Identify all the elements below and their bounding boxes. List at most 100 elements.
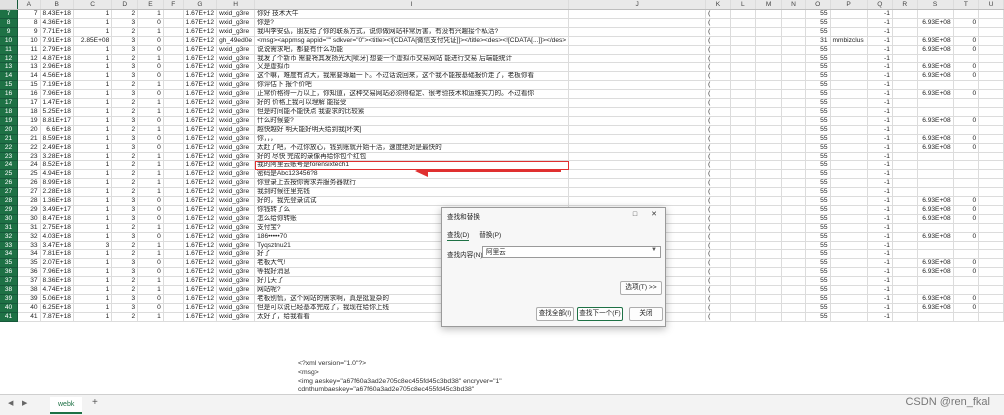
cell-r[interactable] [892,80,918,91]
cell-u[interactable] [978,71,1004,82]
cell-f[interactable] [163,107,184,117]
cell-r[interactable] [892,249,918,260]
cell-o[interactable]: 55 [805,116,831,126]
cell-g[interactable]: 1.67E+12 [183,205,218,215]
cell-d[interactable]: 2 [111,9,139,19]
cell-e[interactable]: 1 [137,125,164,135]
cell-n[interactable] [781,107,806,117]
cell-d[interactable]: 2 [111,223,139,233]
cell-k[interactable]: ( [705,187,731,198]
cell-a[interactable]: 8 [17,18,41,28]
cell-l[interactable] [730,241,757,251]
cell-i[interactable]: 你是? [254,18,570,28]
cell-u[interactable] [978,241,1004,251]
cell-h[interactable]: wxid_g3re [216,125,256,135]
cell-b[interactable]: 8.36E+18 [40,276,74,287]
cell-m[interactable] [755,116,783,126]
cell-m[interactable] [755,223,783,233]
row-header[interactable]: 31 [0,223,19,233]
cell-a[interactable]: 25 [17,169,41,180]
cell-l[interactable] [730,71,757,82]
cell-e[interactable]: 1 [137,160,164,171]
cell-a[interactable]: 38 [17,285,41,295]
cell-q[interactable]: -1 [867,27,893,37]
cell-c[interactable]: 1 [73,54,113,64]
cell-h[interactable]: wxid_g3re [216,71,256,82]
cell-h[interactable]: wxid_g3re [216,107,256,117]
row-header[interactable]: 18 [0,107,19,117]
cell-r[interactable] [892,276,918,287]
cell-a[interactable]: 16 [17,89,41,100]
cell-e[interactable]: 1 [137,107,164,117]
cell-c[interactable]: 1 [73,169,113,180]
cell-b[interactable]: 2.28E+18 [40,187,74,198]
cell-o[interactable]: 55 [805,107,831,117]
cell-o[interactable]: 55 [805,80,831,91]
cell-u[interactable] [978,27,1004,37]
cell-j[interactable] [568,27,707,37]
cell-l[interactable] [730,36,757,46]
cell-h[interactable]: wxid_g3re [216,169,256,180]
cell-a[interactable]: 9 [17,27,41,37]
cell-h[interactable]: wxid_g3re [216,80,256,91]
cell-s[interactable]: 6.93E+08 [917,134,954,144]
close-button[interactable]: 关闭 [629,307,663,321]
cell-b[interactable]: 8.43E+18 [40,9,74,19]
cell-o[interactable]: 55 [805,71,831,82]
cell-n[interactable] [781,134,806,144]
cell-r[interactable] [892,312,918,322]
cell-o[interactable]: 55 [805,214,831,224]
cell-l[interactable] [730,107,757,117]
cell-o[interactable]: 55 [805,9,831,19]
cell-o[interactable]: 55 [805,241,831,251]
cell-k[interactable]: ( [705,116,731,126]
cell-t[interactable]: 0 [953,89,980,100]
row-header[interactable]: 36 [0,267,19,278]
cell-u[interactable] [978,116,1004,126]
cell-h[interactable]: wxid_g3re [216,62,256,73]
cell-j[interactable] [568,36,707,46]
cell-h[interactable]: wxid_g3re [216,285,256,295]
cell-h[interactable]: wxid_g3re [216,205,256,215]
row-header[interactable]: 29 [0,205,19,215]
cell-n[interactable] [781,196,806,206]
cell-o[interactable]: 55 [805,125,831,135]
cell-d[interactable]: 2 [111,54,139,64]
cell-t[interactable] [953,9,980,19]
cell-r[interactable] [892,169,918,180]
cell-m[interactable] [755,62,783,73]
cell-d[interactable]: 3 [111,294,139,304]
cell-g[interactable]: 1.67E+12 [183,18,218,28]
cell-g[interactable]: 1.67E+12 [183,107,218,117]
cell-h[interactable]: wxid_g3re [216,134,256,144]
cell-t[interactable]: 0 [953,18,980,28]
cell-s[interactable]: 6.93E+08 [917,36,954,46]
cell-n[interactable] [781,80,806,91]
cell-a[interactable]: 22 [17,143,41,153]
cell-s[interactable]: 6.93E+08 [917,232,954,242]
cell-q[interactable]: -1 [867,116,893,126]
cell-t[interactable]: 0 [953,196,980,206]
cell-s[interactable]: 6.93E+08 [917,258,954,269]
cell-m[interactable] [755,152,783,162]
cell-g[interactable]: 1.67E+12 [183,125,218,135]
cell-n[interactable] [781,18,806,28]
cell-m[interactable] [755,18,783,28]
cell-q[interactable]: -1 [867,160,893,171]
cell-f[interactable] [163,9,184,19]
cell-r[interactable] [892,125,918,135]
cell-r[interactable] [892,152,918,162]
cell-d[interactable]: 2 [111,169,139,180]
cell-a[interactable]: 41 [17,312,41,322]
cell-r[interactable] [892,258,918,269]
cell-r[interactable] [892,134,918,144]
row-header[interactable]: 13 [0,62,19,73]
cell-d[interactable]: 3 [111,258,139,269]
cell-q[interactable]: -1 [867,223,893,233]
cell-d[interactable]: 2 [111,276,139,287]
cell-h[interactable]: wxid_g3re [216,267,256,278]
cell-n[interactable] [781,143,806,153]
cell-g[interactable]: 1.67E+12 [183,258,218,269]
cell-k[interactable]: ( [705,62,731,73]
cell-u[interactable] [978,169,1004,180]
